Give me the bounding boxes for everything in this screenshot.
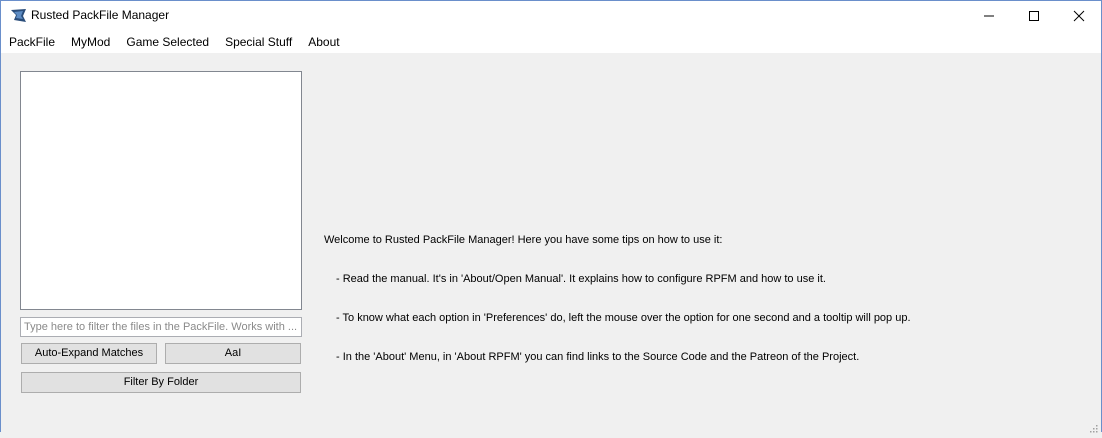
close-icon[interactable] (1056, 1, 1102, 31)
welcome-heading: Welcome to Rusted PackFile Manager! Here… (324, 234, 723, 246)
welcome-message: Welcome to Rusted PackFile Manager! Here… (324, 208, 911, 390)
menu-mymod[interactable]: MyMod (63, 31, 118, 53)
welcome-tip: - In the 'About' Menu, in 'About RPFM' y… (336, 351, 860, 363)
window-title: Rusted PackFile Manager (31, 8, 170, 22)
menu-packfile[interactable]: PackFile (1, 31, 63, 53)
packfile-filter-input[interactable] (20, 317, 302, 337)
packfile-tree-view[interactable] (20, 71, 302, 310)
menu-special-stuff[interactable]: Special Stuff (217, 31, 300, 53)
welcome-tip: - Read the manual. It's in 'About/Open M… (336, 273, 826, 285)
maximize-icon[interactable] (1011, 1, 1057, 31)
menu-about[interactable]: About (300, 31, 347, 53)
title-bar[interactable]: Rusted PackFile Manager (1, 1, 1101, 31)
menu-bar: PackFile MyMod Game Selected Special Stu… (1, 31, 1101, 53)
main-content: Auto-Expand Matches AaI Filter By Folder… (1, 53, 1101, 433)
app-window: Rusted PackFile Manager PackFile MyMod G… (0, 0, 1102, 433)
menu-game-selected[interactable]: Game Selected (118, 31, 217, 53)
auto-expand-matches-button[interactable]: Auto-Expand Matches (21, 343, 157, 364)
minimize-icon[interactable] (966, 1, 1012, 31)
welcome-tip: - To know what each option in 'Preferenc… (336, 312, 911, 324)
case-sensitive-button[interactable]: AaI (165, 343, 301, 364)
resize-grip-icon[interactable] (1088, 420, 1098, 433)
filter-by-folder-button[interactable]: Filter By Folder (21, 372, 301, 393)
rpfm-app-icon (10, 8, 27, 23)
